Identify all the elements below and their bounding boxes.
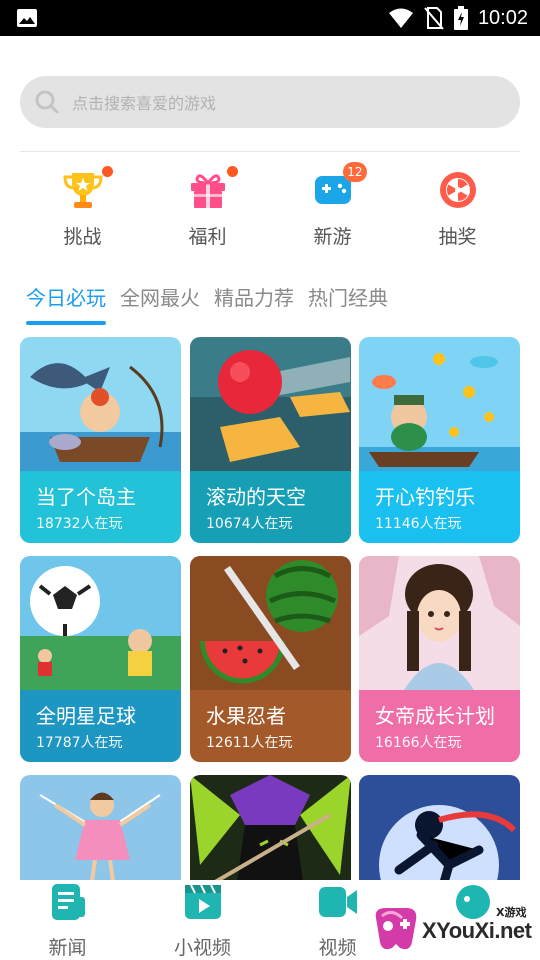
tab-classics[interactable]: 热门经典 bbox=[308, 282, 388, 325]
trophy-icon bbox=[62, 173, 103, 208]
game-title: 开心钓钓乐 bbox=[375, 485, 475, 509]
game-cover-island bbox=[20, 337, 181, 471]
quick-entry-lottery[interactable]: 抽奖 bbox=[395, 160, 520, 250]
game-title: 水果忍者 bbox=[206, 704, 286, 728]
game-card[interactable] bbox=[20, 775, 181, 880]
category-tabs: 今日必玩 全网最火 精品力荐 热门经典 bbox=[26, 282, 388, 325]
wifi-icon bbox=[388, 8, 413, 28]
video-camera-icon bbox=[318, 886, 357, 917]
image-notification-icon bbox=[17, 9, 37, 27]
game-card[interactable]: 全明星足球 17787人在玩 bbox=[20, 556, 181, 762]
game-grid: 当了个岛主 18732人在玩 滚动的天空 10674人在玩 开心钓钓乐 1114… bbox=[20, 337, 520, 880]
nav-label: 视频 bbox=[318, 937, 357, 959]
no-sim-icon bbox=[424, 7, 444, 30]
nav-news[interactable]: 新闻 bbox=[0, 880, 135, 960]
game-cover-football bbox=[20, 556, 181, 690]
search-placeholder: 点击搜索喜爱的游戏 bbox=[72, 94, 217, 113]
game-title: 滚动的天空 bbox=[206, 485, 306, 509]
game-card[interactable] bbox=[359, 775, 520, 880]
status-bar: 10:02 bbox=[0, 0, 540, 36]
game-players: 18732人在玩 bbox=[36, 516, 123, 532]
game-players: 10674人在玩 bbox=[206, 516, 293, 532]
tab-recommended[interactable]: 精品力荐 bbox=[214, 282, 294, 325]
search-bar[interactable]: 点击搜索喜爱的游戏 bbox=[20, 76, 520, 128]
game-card[interactable]: 水果忍者 12611人在玩 bbox=[190, 556, 351, 762]
game-card-info: 女帝成长计划 16166人在玩 bbox=[359, 690, 520, 762]
battery-charging-icon bbox=[453, 6, 468, 30]
game-card-info: 滚动的天空 10674人在玩 bbox=[190, 471, 351, 543]
watermark: X游戏 XYouXi.net bbox=[372, 900, 540, 960]
search-icon bbox=[35, 90, 59, 114]
game-title: 当了个岛主 bbox=[36, 485, 136, 509]
game-card-info: 全明星足球 17787人在玩 bbox=[20, 690, 181, 762]
divider bbox=[20, 151, 520, 152]
game-card-info: 开心钓钓乐 11146人在玩 bbox=[359, 471, 520, 543]
game-cover-girl bbox=[20, 775, 181, 880]
quick-entry-challenge[interactable]: 挑战 bbox=[20, 160, 145, 250]
tab-today-must-play[interactable]: 今日必玩 bbox=[26, 282, 106, 325]
quick-entries: 挑战 福利 12 新游 抽奖 bbox=[20, 160, 520, 250]
quick-entry-welfare[interactable]: 福利 bbox=[145, 160, 270, 250]
quick-entry-label: 抽奖 bbox=[438, 226, 477, 248]
game-cover-fruit-ninja bbox=[190, 556, 351, 690]
quick-entry-label: 挑战 bbox=[63, 226, 102, 248]
game-title: 女帝成长计划 bbox=[375, 704, 495, 728]
game-cover-shadow-warrior bbox=[190, 775, 351, 880]
nav-short-video[interactable]: 小视频 bbox=[135, 880, 270, 960]
game-players: 17787人在玩 bbox=[36, 735, 123, 751]
nav-label: 新闻 bbox=[48, 937, 87, 959]
watermark-text: XYouXi.net bbox=[422, 918, 532, 943]
game-card[interactable] bbox=[190, 775, 351, 880]
game-cover-rolling-sky bbox=[190, 337, 351, 471]
notification-dot bbox=[101, 166, 113, 177]
game-title: 全明星足球 bbox=[36, 704, 136, 728]
game-card[interactable]: 滚动的天空 10674人在玩 bbox=[190, 337, 351, 543]
game-players: 11146人在玩 bbox=[375, 516, 462, 532]
game-cover-stickman bbox=[359, 775, 520, 880]
game-players: 12611人在玩 bbox=[206, 735, 293, 751]
game-cover-empress bbox=[359, 556, 520, 690]
new-games-badge: 12 bbox=[343, 162, 367, 182]
clock: 10:02 bbox=[477, 6, 528, 29]
game-cover-fishing bbox=[359, 337, 520, 471]
quick-entry-label: 新游 bbox=[313, 226, 352, 248]
news-icon bbox=[51, 883, 85, 920]
notification-dot bbox=[226, 166, 238, 177]
gift-icon bbox=[190, 174, 225, 208]
lottery-wheel-icon bbox=[439, 172, 476, 208]
nav-label: 小视频 bbox=[173, 937, 231, 959]
game-card[interactable]: 女帝成长计划 16166人在玩 bbox=[359, 556, 520, 762]
game-card[interactable]: 当了个岛主 18732人在玩 bbox=[20, 337, 181, 543]
game-card[interactable]: 开心钓钓乐 11146人在玩 bbox=[359, 337, 520, 543]
game-card-info: 水果忍者 12611人在玩 bbox=[190, 690, 351, 762]
game-card-info: 当了个岛主 18732人在玩 bbox=[20, 471, 181, 543]
short-video-icon bbox=[184, 884, 221, 919]
quick-entry-label: 福利 bbox=[188, 226, 227, 248]
tab-hottest[interactable]: 全网最火 bbox=[120, 282, 200, 325]
quick-entry-new-games[interactable]: 12 新游 bbox=[270, 160, 395, 250]
game-players: 16166人在玩 bbox=[375, 735, 462, 751]
xyouxi-logo-icon bbox=[375, 908, 417, 950]
